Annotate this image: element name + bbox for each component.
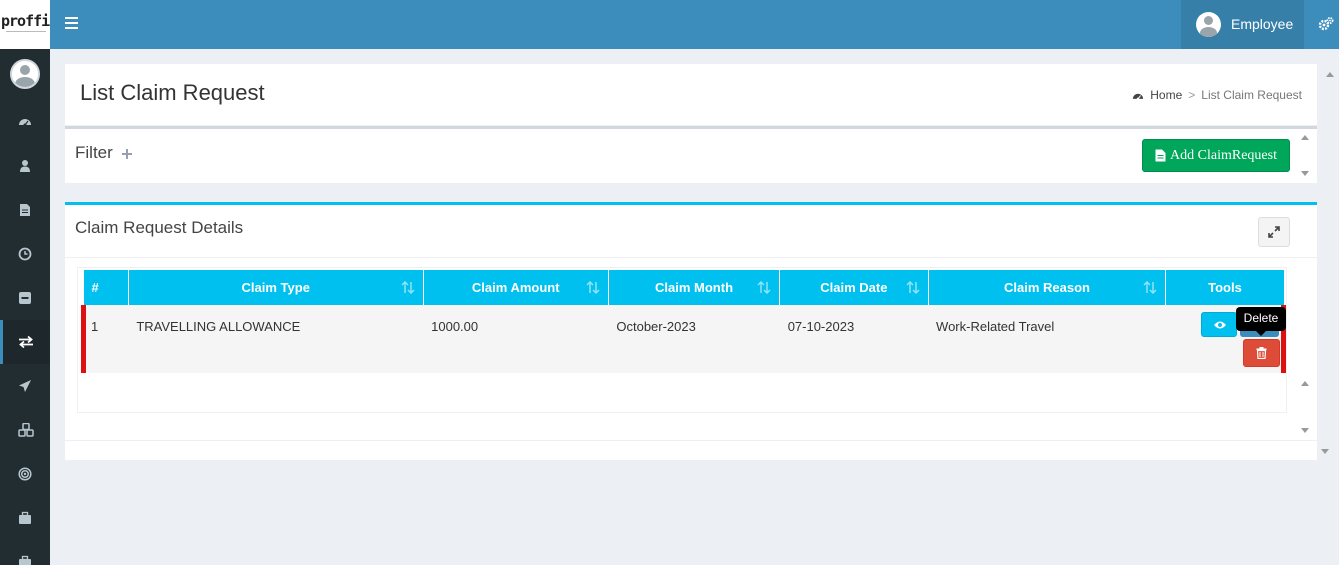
details-scroll-down-icon[interactable] [1301,428,1309,433]
breadcrumb-home-link[interactable]: Home [1150,88,1182,102]
delete-tooltip: Delete [1236,307,1286,331]
user-name: Employee [1231,16,1294,32]
claims-table-container: # Claim Type Claim Amount Claim Month Cl… [77,267,1287,413]
user-avatar-icon [1196,12,1221,37]
cubes-icon [18,423,34,437]
content-header: List Claim Request Home > List Claim Req… [65,64,1317,125]
trash-icon [1256,347,1267,359]
tooltip-arrow [1256,331,1266,336]
box-divider [65,257,1317,258]
bottom-box [65,441,1329,460]
sidebar-toggle-button[interactable] [65,17,78,30]
page-scroll-up-icon[interactable] [1326,72,1334,77]
sort-icon [401,281,415,294]
target-icon [18,467,32,481]
delete-button[interactable] [1243,339,1280,367]
plus-icon[interactable] [122,149,132,159]
cell-number: 1 [81,305,129,373]
suitcase-icon [19,555,31,565]
page-scroll-down-icon[interactable] [1321,449,1329,454]
dashboard-icon [1133,93,1144,100]
view-button[interactable] [1201,312,1237,337]
clock-icon [18,247,32,261]
top-header: proffin Employee [0,0,1339,49]
column-header-claim-date[interactable]: Claim Date [779,270,929,305]
plane-icon [19,380,31,392]
column-header-claim-type[interactable]: Claim Type [128,270,424,305]
column-header-number: # [83,270,129,305]
breadcrumb-separator: > [1188,88,1196,102]
sidebar-item-documents[interactable] [0,188,50,232]
details-title: Claim Request Details [75,218,244,237]
add-claim-request-label: Add ClaimRequest [1170,147,1277,163]
minus-square-icon [19,292,31,304]
briefcase-icon [19,511,31,524]
sidebar-item-projects[interactable] [0,540,50,565]
filter-title: Filter [75,143,113,162]
user-menu-button[interactable]: Employee [1181,0,1304,49]
sidebar-item-dashboard[interactable] [0,100,50,144]
dashboard-icon [19,119,31,127]
sidebar-item-profile[interactable] [0,144,50,188]
breadcrumb-current: List Claim Request [1201,88,1302,102]
sidebar-item-travel[interactable] [0,364,50,408]
sort-icon [586,281,600,294]
expand-button[interactable] [1258,217,1290,247]
eye-icon [1214,321,1226,329]
exchange-icon [19,335,33,349]
document-icon [20,204,30,216]
filter-scroll-down-icon[interactable] [1301,171,1309,176]
table-row[interactable]: 1 TRAVELLING ALLOWANCE 1000.00 October-2… [81,305,1286,373]
brand-logo[interactable]: proffin [0,0,50,49]
sort-icon [757,281,771,294]
sidebar-avatar-icon[interactable] [10,59,40,89]
cell-claim-type: TRAVELLING ALLOWANCE [128,305,424,373]
cell-claim-reason: Work-Related Travel [928,305,1166,373]
gears-icon[interactable] [1318,16,1334,32]
file-icon [1155,149,1166,162]
sidebar-item-leave[interactable] [0,276,50,320]
filter-scroll-up-icon[interactable] [1301,135,1309,140]
sort-icon [1143,281,1157,294]
table-header-row: # Claim Type Claim Amount Claim Month Cl… [83,270,1284,305]
column-header-claim-month[interactable]: Claim Month [608,270,781,305]
add-claim-request-button[interactable]: Add ClaimRequest [1142,139,1290,172]
sort-icon [906,281,920,294]
user-icon [20,160,30,172]
claims-table: # Claim Type Claim Amount Claim Month Cl… [81,270,1286,373]
page-title: List Claim Request [80,80,265,105]
details-scroll-up-icon[interactable] [1301,381,1309,386]
logo-text: proffin [1,12,50,30]
sidebar-item-claims[interactable] [0,320,50,364]
column-header-tools: Tools [1165,270,1284,305]
sidebar [0,49,50,565]
cell-claim-amount: 1000.00 [423,305,609,373]
column-header-claim-reason[interactable]: Claim Reason [928,270,1167,305]
expand-icon [1268,226,1280,238]
sidebar-item-jobs[interactable] [0,496,50,540]
logo-underline [6,31,46,32]
cell-claim-month: October-2023 [608,305,780,373]
claim-details-box: Claim Request Details # Claim Type Claim… [65,202,1317,440]
filter-box: Filter Add ClaimRequest [65,126,1317,183]
sidebar-item-goals[interactable] [0,452,50,496]
sidebar-item-attendance[interactable] [0,232,50,276]
cell-claim-date: 07-10-2023 [779,305,929,373]
column-header-claim-amount[interactable]: Claim Amount [423,270,609,305]
breadcrumb: Home > List Claim Request [1132,88,1302,102]
sidebar-item-assets[interactable] [0,408,50,452]
